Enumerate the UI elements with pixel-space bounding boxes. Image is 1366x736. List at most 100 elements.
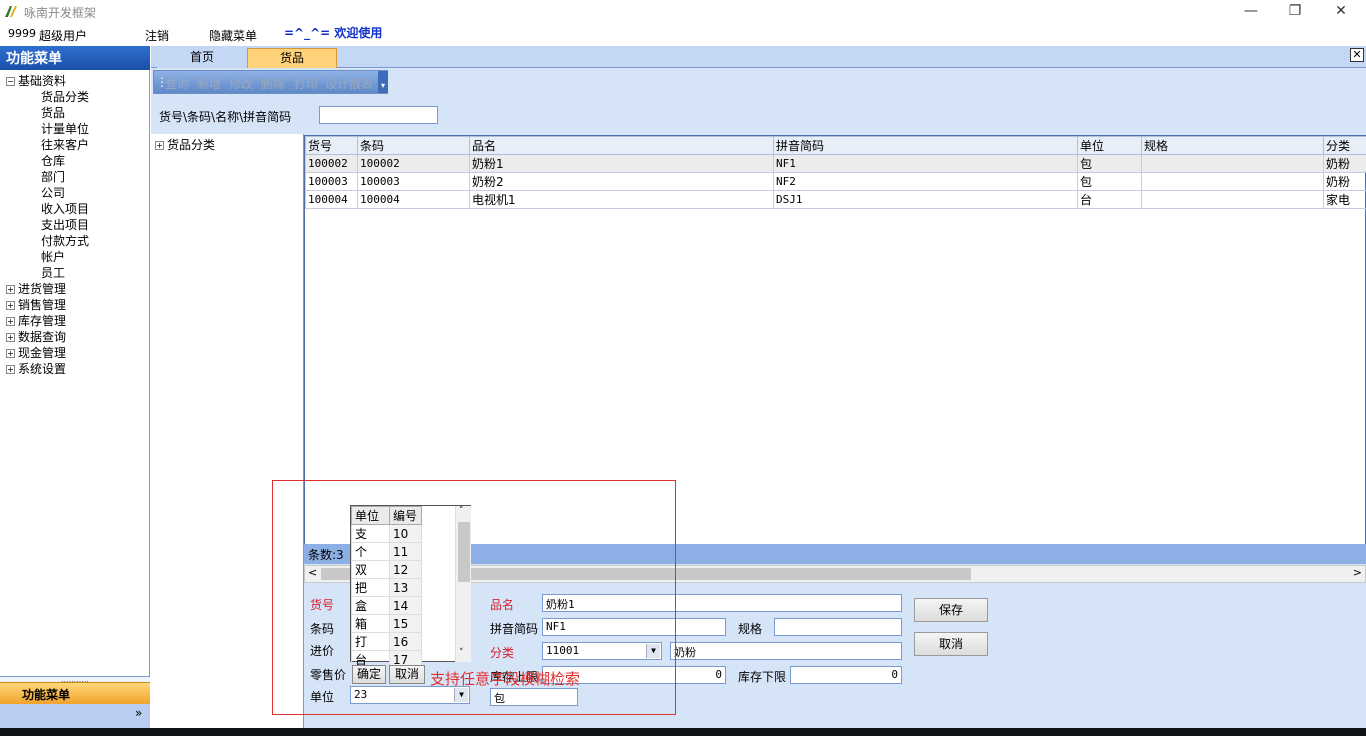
sidebar-item-1[interactable]: 货品 (41, 104, 65, 121)
tree-node-group-1[interactable]: + 销售管理 (6, 296, 66, 313)
sidebar-item-11[interactable]: 员工 (41, 264, 65, 281)
restore-icon[interactable]: ❐ (1272, 0, 1318, 24)
sidebar-footer-bar: » (0, 704, 150, 728)
column-header[interactable]: 品名 (469, 136, 774, 155)
sidebar-item-3[interactable]: 往来客户 (41, 136, 89, 153)
sidebar-item-0[interactable]: 货品分类 (41, 88, 89, 105)
sidebar-item-5[interactable]: 部门 (41, 168, 65, 185)
expand-icon[interactable]: + (6, 285, 15, 294)
function-tree: − 基础资料 货品分类 货品 计量单位 往来客户 仓库 部门 公司 收入项目 支出项目 付款方式 帐户员… (0, 72, 148, 672)
sidebar-item-6[interactable]: 公司 (41, 184, 65, 201)
table-cell[interactable] (1141, 154, 1324, 173)
tab-home[interactable]: 首页 (157, 48, 247, 68)
scroll-right-icon[interactable]: > (1353, 566, 1362, 579)
column-header[interactable]: 拼音简码 (773, 136, 1078, 155)
table-cell[interactable]: 100003 (357, 172, 470, 191)
print-button[interactable]: 打印 (294, 75, 318, 92)
sidebar-item-4[interactable]: 仓库 (41, 152, 65, 169)
table-cell[interactable]: 100003 (305, 172, 358, 191)
table-cell[interactable]: 奶粉 (1323, 154, 1366, 173)
column-header[interactable]: 货号 (305, 136, 358, 155)
design-report-button[interactable]: 设计报表 (325, 75, 373, 92)
chevron-down-icon[interactable]: » (135, 706, 142, 720)
tree-node-basic-data[interactable]: − 基础资料 (6, 72, 66, 89)
tree-node-group-2[interactable]: + 库存管理 (6, 312, 66, 329)
table-cell[interactable]: 奶粉2 (469, 172, 774, 191)
tree-node-label: 数据查询 (18, 330, 67, 344)
table-cell[interactable]: DSJ1 (773, 190, 1078, 209)
table-cell[interactable] (1141, 172, 1324, 191)
collapse-icon[interactable]: − (6, 77, 15, 86)
minimize-icon[interactable]: — (1228, 0, 1274, 24)
logout-link[interactable]: 注销 (145, 27, 169, 44)
category-root-label: 货品分类 (167, 138, 216, 152)
stock-lower-field[interactable]: 0 (790, 666, 902, 684)
column-header[interactable]: 规格 (1141, 136, 1324, 155)
table-row[interactable]: 100004 100004 电视机1 DSJ1 台家电 (305, 190, 1366, 209)
table-cell[interactable]: 包 (1077, 172, 1142, 191)
query-button[interactable]: 查询 (165, 75, 189, 92)
tree-node-label: 基础资料 (18, 74, 67, 88)
table-cell[interactable]: 奶粉1 (469, 154, 774, 173)
table-cell[interactable] (1141, 190, 1324, 209)
table-cell[interactable]: 100002 (357, 154, 470, 173)
tab-goods[interactable]: 货品 (247, 48, 337, 68)
save-button[interactable]: 保存 (914, 598, 988, 622)
delete-button[interactable]: 删除 (261, 75, 285, 92)
close-window-icon[interactable]: ✕ (1318, 0, 1364, 24)
search-input[interactable] (319, 106, 438, 124)
cancel-button[interactable]: 取消 (914, 632, 988, 656)
table-cell[interactable]: NF2 (773, 172, 1078, 191)
table-cell[interactable]: 包 (1077, 154, 1142, 173)
sidebar-item-7[interactable]: 收入项目 (41, 200, 89, 217)
edit-button[interactable]: 修改 (229, 75, 253, 92)
sidebar-title: 功能菜单 (0, 46, 150, 70)
table-cell[interactable]: 台 (1077, 190, 1142, 209)
add-button[interactable]: 新增 (197, 75, 221, 92)
tree-node-group-0[interactable]: + 进货管理 (6, 280, 66, 297)
expand-icon[interactable]: + (6, 317, 15, 326)
annotation-text: 支持任意字段模糊检索 (430, 670, 581, 688)
expand-icon[interactable]: + (6, 349, 15, 358)
tree-node-label: 销售管理 (18, 298, 67, 312)
category-root[interactable]: + 货品分类 (155, 136, 215, 153)
tree-node-label: 现金管理 (18, 346, 67, 360)
tree-node-label: 进货管理 (18, 282, 67, 296)
expand-icon[interactable]: + (6, 333, 15, 342)
sidebar-item-9[interactable]: 付款方式 (41, 232, 89, 249)
column-header[interactable]: 单位 (1077, 136, 1142, 155)
taskbar (0, 728, 1366, 736)
sidebar-item-2[interactable]: 计量单位 (41, 120, 89, 137)
app-logo-icon (3, 4, 18, 19)
search-label: 货号\条码\名称\拼音简码 (159, 110, 292, 124)
table-cell[interactable]: NF1 (773, 154, 1078, 173)
expand-icon[interactable]: + (155, 141, 164, 150)
sidebar-footer-label[interactable]: 功能菜单 (0, 682, 150, 704)
sidebar-item-8[interactable]: 支出项目 (41, 216, 89, 233)
table-cell[interactable]: 100004 (305, 190, 358, 209)
tree-node-group-3[interactable]: + 数据查询 (6, 328, 66, 345)
table-cell[interactable]: 100004 (357, 190, 470, 209)
user-id: 9999 (8, 27, 36, 40)
table-cell[interactable]: 家电 (1323, 190, 1366, 209)
column-header[interactable]: 条码 (357, 136, 470, 155)
expand-icon[interactable]: + (6, 301, 15, 310)
hide-menu-link[interactable]: 隐藏菜单 (209, 27, 257, 44)
tree-node-label: 库存管理 (18, 314, 67, 328)
title-bar: 咏南开发框架 — ❐ ✕ (0, 0, 1366, 24)
column-header[interactable]: 分类 (1323, 136, 1366, 155)
tree-node-group-5[interactable]: + 系统设置 (6, 360, 66, 377)
expand-icon[interactable]: + (6, 365, 15, 374)
table-cell[interactable]: 电视机1 (469, 190, 774, 209)
table-row[interactable]: 100003 100003 奶粉2 NF2 包奶粉 (305, 172, 1366, 191)
table-row[interactable]: 100002 100002 奶粉1 NF1 包奶粉 (305, 154, 1366, 173)
toolbar-overflow-icon[interactable]: ▾ (378, 71, 388, 93)
table-cell[interactable]: 100002 (305, 154, 358, 173)
spec-field[interactable] (774, 618, 902, 636)
close-tab-icon[interactable]: ✕ (1350, 48, 1364, 62)
tree-node-group-4[interactable]: + 现金管理 (6, 344, 66, 361)
sidebar-item-10[interactable]: 帐户 (41, 248, 65, 265)
table-cell[interactable]: 奶粉 (1323, 172, 1366, 191)
tab-strip: 首页 货品 ✕ (151, 46, 1366, 68)
window-title: 咏南开发框架 (24, 6, 97, 20)
